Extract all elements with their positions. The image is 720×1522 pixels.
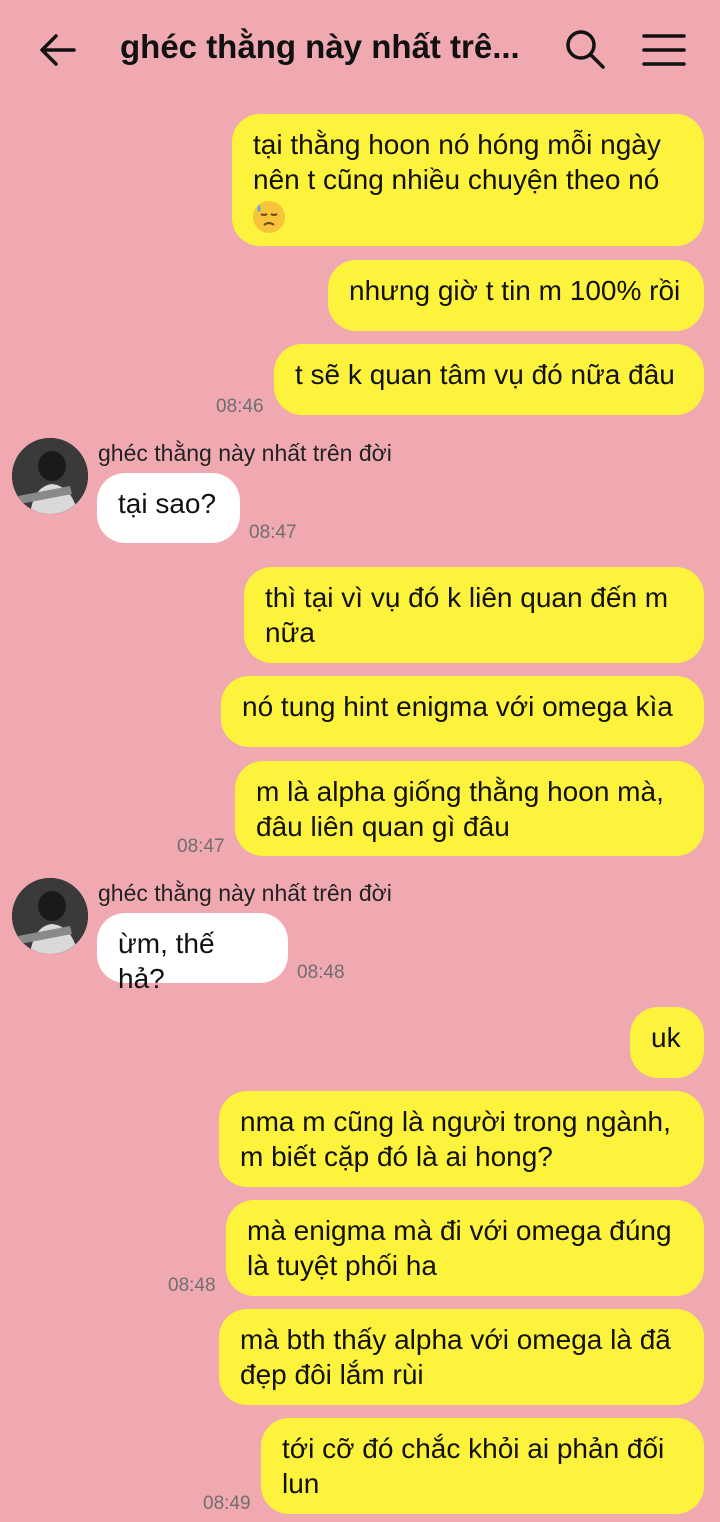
message-text-line: lun: [282, 1468, 320, 1499]
message-timestamp: 08:47: [249, 522, 297, 543]
message-text: t sẽ k quan tâm vụ đó nữa đâu: [295, 359, 675, 390]
message-text-line: đâu liên quan gì đâu: [256, 811, 510, 842]
message-timestamp: 08:48: [297, 962, 345, 983]
message-text-line: là tuyệt phối ha: [247, 1250, 437, 1281]
message-text-line: tới cỡ đó chắc khỏi ai phản đối: [282, 1433, 665, 1464]
my-message-bubble[interactable]: t sẽ k quan tâm vụ đó nữa đâu: [274, 344, 704, 415]
message-text-line: nma m cũng là người trong ngành,: [240, 1106, 671, 1137]
message-text-line: nữa: [265, 617, 315, 648]
message-text-line: mà bth thấy alpha với omega là đã: [240, 1324, 671, 1355]
chat-title: ghéc thằng này nhất trê...: [120, 28, 520, 65]
hamburger-menu-icon[interactable]: [642, 32, 686, 68]
sender-name: ghéc thằng này nhất trên đời: [98, 440, 392, 466]
my-message-bubble[interactable]: nhưng giờ t tin m 100% rồi: [328, 260, 704, 331]
sender-name: ghéc thằng này nhất trên đời: [98, 880, 392, 906]
message-text: nhưng giờ t tin m 100% rồi: [349, 275, 681, 306]
message-text-line: mà enigma mà đi với omega đúng: [247, 1215, 672, 1246]
contact-avatar[interactable]: [12, 438, 88, 514]
message-text-line: m biết cặp đó là ai hong?: [240, 1141, 553, 1172]
my-message-bubble[interactable]: nó tung hint enigma với omega kìa: [221, 676, 704, 747]
my-message-bubble[interactable]: thì tại vì vụ đó k liên quan đến m nữa: [244, 567, 704, 663]
contact-avatar[interactable]: [12, 878, 88, 954]
my-message-bubble[interactable]: tại thằng hoon nó hóng mỗi ngày nên t cũ…: [232, 114, 704, 246]
message-timestamp: 08:49: [203, 1493, 251, 1514]
top-bar: ghéc thằng này nhất trê...: [0, 0, 720, 100]
message-text-line: đẹp đôi lắm rùi: [240, 1359, 424, 1390]
message-timestamp: 08:47: [177, 836, 225, 857]
message-text: nó tung hint enigma với omega kìa: [242, 691, 673, 722]
my-message-bubble[interactable]: nma m cũng là người trong ngành, m biết …: [219, 1091, 704, 1187]
message-text-line: thì tại vì vụ đó k liên quan đến m: [265, 582, 669, 613]
their-message-bubble[interactable]: ừm, thế hả?: [97, 913, 288, 994]
my-message-bubble[interactable]: uk: [630, 1007, 704, 1078]
message-text-line: tại thằng hoon nó hóng mỗi ngày: [253, 129, 661, 160]
message-text-line: nên t cũng nhiều chuyện theo nó: [253, 164, 660, 195]
my-message-bubble[interactable]: m là alpha giống thằng hoon mà, đâu liên…: [235, 761, 704, 856]
their-message-bubble[interactable]: tại sao?: [97, 473, 240, 543]
message-text: uk: [651, 1022, 681, 1053]
search-icon[interactable]: [564, 28, 606, 70]
downcast-sweat-face-icon: [253, 200, 285, 233]
message-text: ừm, thế hả?: [118, 928, 215, 994]
message-timestamp: 08:46: [216, 396, 264, 417]
message-text: tại sao?: [118, 488, 217, 519]
my-message-bubble[interactable]: mà bth thấy alpha với omega là đã đẹp đô…: [219, 1309, 704, 1405]
message-timestamp: 08:48: [168, 1275, 216, 1296]
message-text-line: m là alpha giống thằng hoon mà,: [256, 776, 664, 807]
arrow-left-icon[interactable]: [38, 30, 78, 70]
my-message-bubble[interactable]: mà enigma mà đi với omega đúng là tuyệt …: [226, 1200, 704, 1296]
my-message-bubble[interactable]: tới cỡ đó chắc khỏi ai phản đối lun: [261, 1418, 704, 1514]
